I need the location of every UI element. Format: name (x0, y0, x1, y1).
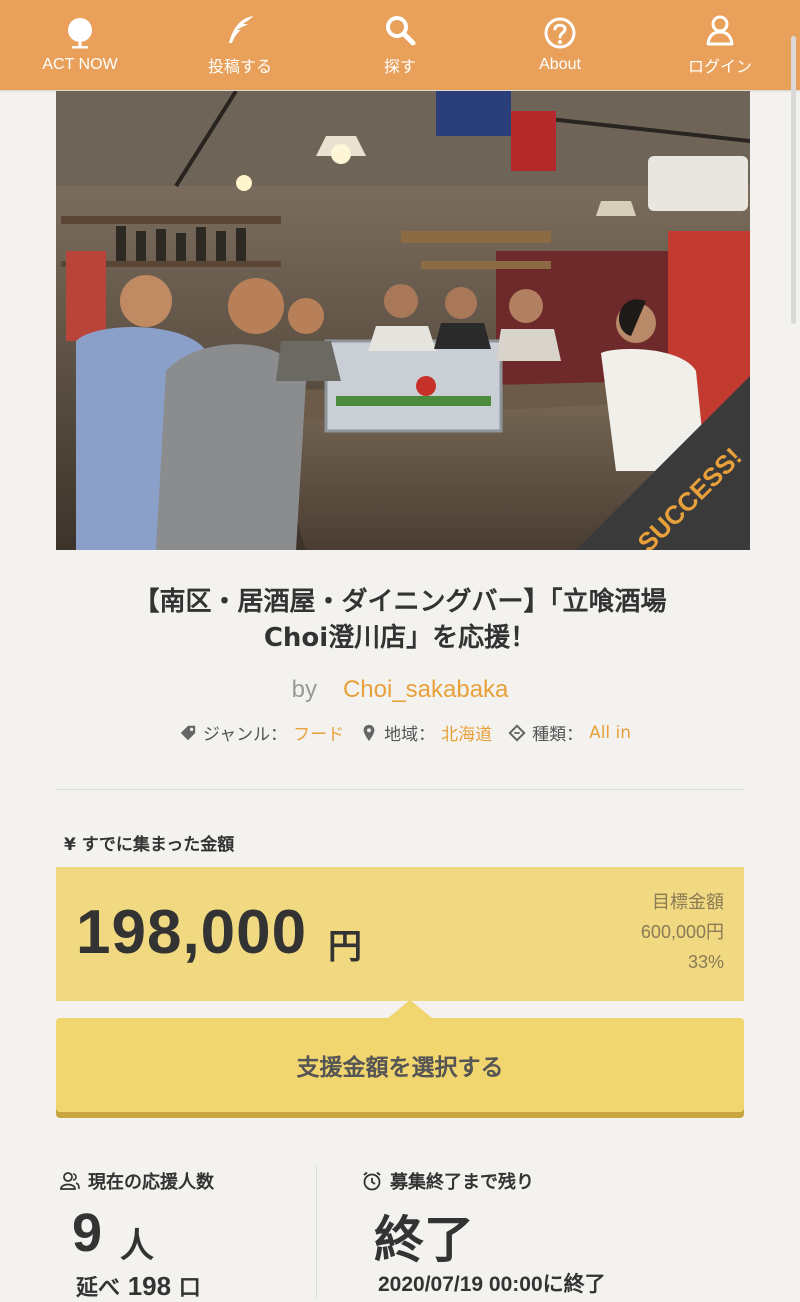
users-icon (60, 1172, 80, 1190)
author-link[interactable]: Choi_sakabaka (343, 676, 508, 703)
type-link[interactable]: All in (589, 723, 631, 743)
amount-panel: 198,000 円 目標金額 600,000円 33% (56, 867, 744, 1001)
supporters-count: 9 (72, 1203, 103, 1263)
project-title-line1: 【南区・居酒屋・ダイニングバー】「立喰酒場 (133, 587, 667, 617)
question-icon (544, 17, 576, 49)
nav-label: 投稿する (207, 59, 272, 76)
remaining-label: 募集終了まで残り (390, 1172, 534, 1193)
nav-label: 探す (383, 59, 416, 76)
collected-label: ¥ すでに集まった金額 (64, 835, 235, 855)
collected-amount: 198,000 (76, 898, 308, 967)
nav-login[interactable]: ログイン (645, 13, 795, 77)
tag-icon (180, 725, 196, 740)
region-link[interactable]: 北海道 (441, 720, 492, 745)
genre-label: ジャンル： (202, 725, 288, 745)
nav-act-now[interactable]: ACT NOW (5, 16, 155, 74)
goal-percent: 33% (687, 952, 724, 972)
stats-divider (316, 1166, 317, 1299)
project-hero-image[interactable]: SUCCESS! (56, 91, 750, 550)
nav-search[interactable]: 探す (325, 13, 475, 77)
total-unit: 口 (178, 1276, 201, 1301)
nav-label: ACT NOW (42, 56, 118, 73)
type-label: 種類： (532, 725, 584, 745)
project-title-line2: Choi澄川店」を応援！ (263, 623, 537, 653)
search-icon (386, 16, 416, 46)
total-units: 延べ 198 口 (76, 1270, 201, 1302)
goal-info: 目標金額 600,000円 33% (641, 887, 724, 977)
map-pin-icon (363, 724, 375, 741)
project-title: 【南区・居酒屋・ダイニングバー】「立喰酒場 Choi澄川店」を応援！ (56, 584, 744, 656)
nav-post[interactable]: 投稿する (165, 13, 315, 77)
alarm-clock-icon (363, 1171, 381, 1191)
user-icon (706, 15, 734, 46)
total-count: 198 (127, 1271, 172, 1301)
by-label: by (291, 676, 317, 703)
project-meta: ジャンル： フード 地域： 北海道 種類： All in (0, 720, 800, 745)
supporters-label-row: 現在の応援人数 (60, 1168, 214, 1194)
author-line: by Choi_sakabaka (0, 676, 800, 704)
supporters-label: 現在の応援人数 (88, 1172, 214, 1193)
nav-about[interactable]: About (485, 16, 635, 74)
remaining-label-row: 募集終了まで残り (362, 1168, 534, 1194)
quill-icon (229, 16, 253, 43)
goal-label: 目標金額 (652, 892, 724, 912)
select-amount-button[interactable]: 支援金額を選択する (56, 1018, 744, 1112)
ticket-icon (508, 723, 526, 742)
globe-icon (68, 18, 92, 49)
scrollbar[interactable] (791, 36, 796, 324)
amount-unit: 円 (328, 927, 362, 967)
genre-link[interactable]: フード (293, 720, 344, 745)
bar-scene-photo: SUCCESS! (56, 91, 750, 550)
button-notch (388, 1000, 432, 1018)
remaining-value: 終了 (374, 1211, 474, 1269)
section-divider (56, 789, 744, 790)
top-nav: ACT NOW 投稿する 探す About ログイン (0, 0, 800, 90)
goal-amount: 600,000円 (640, 922, 724, 942)
total-label: 延べ (76, 1276, 121, 1301)
supporters-unit: 人 (120, 1226, 154, 1266)
nav-label: About (539, 56, 581, 73)
nav-label: ログイン (687, 59, 752, 76)
region-label: 地域： (384, 725, 436, 745)
end-date: 2020/07/19 00:00に終了 (378, 1273, 606, 1296)
